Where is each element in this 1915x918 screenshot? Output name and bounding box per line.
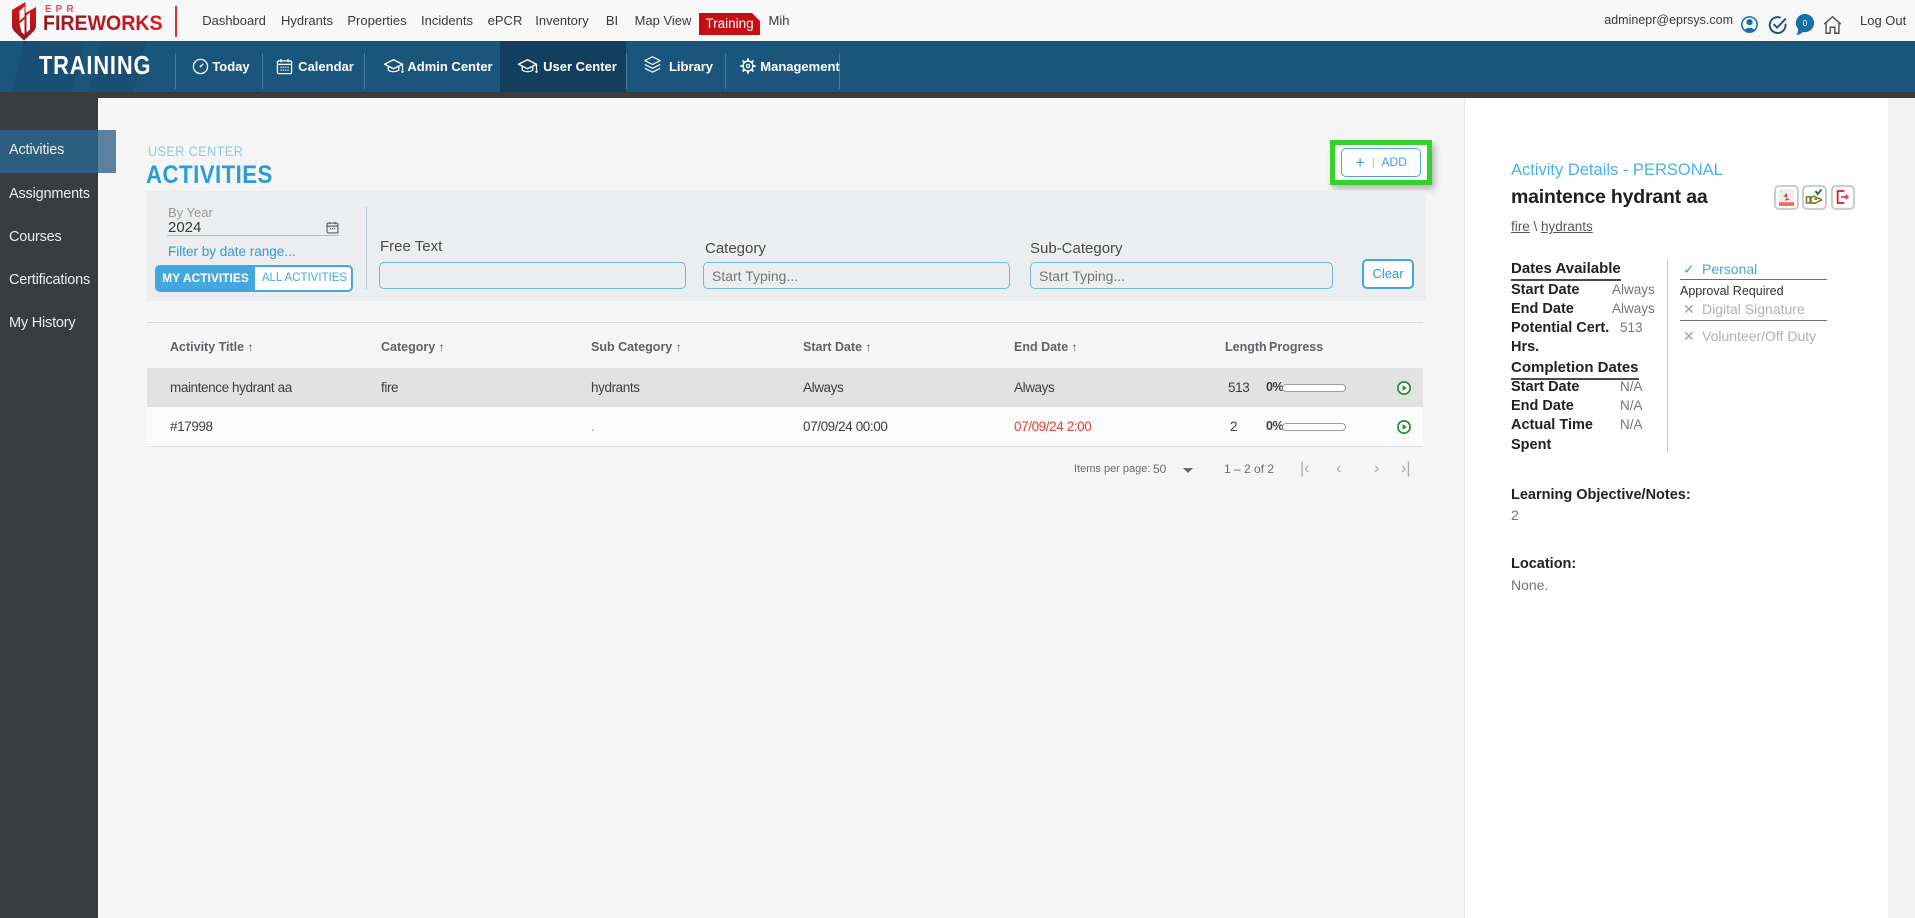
svg-text:0: 0 [1803,19,1808,28]
